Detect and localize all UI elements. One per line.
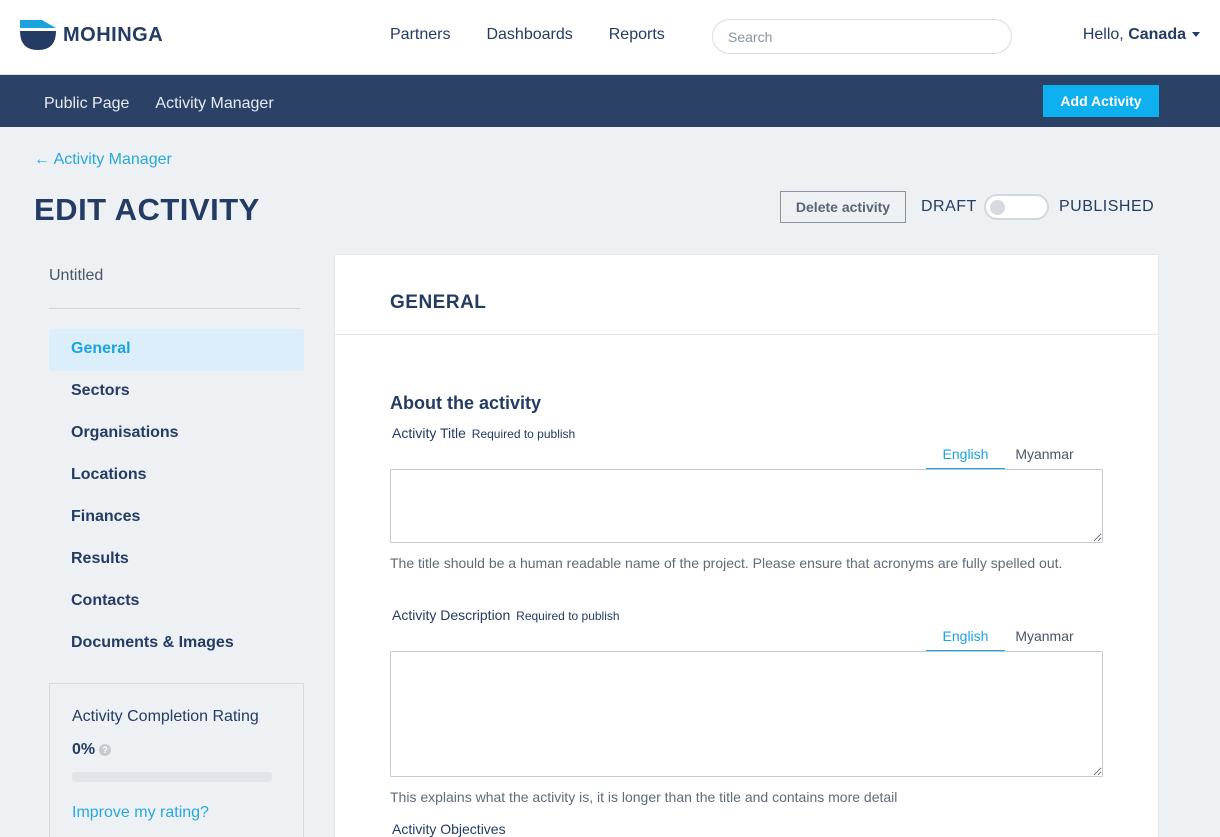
activity-description-language-tabs: English Myanmar: [926, 628, 1084, 652]
rating-value-row: 0%?: [72, 741, 112, 759]
sidebar-item-finances[interactable]: Finances: [49, 497, 304, 539]
status-published-label: PUBLISHED: [1059, 198, 1155, 215]
tab-myanmar[interactable]: Myanmar: [1005, 628, 1084, 652]
user-menu[interactable]: Hello, Canada: [1083, 26, 1200, 44]
mohinga-bowl-icon: [20, 20, 56, 50]
top-header: MOHINGA Partners Dashboards Reports Hell…: [0, 0, 1220, 75]
sidebar-item-sectors[interactable]: Sectors: [49, 371, 304, 413]
sidebar-item-organisations[interactable]: Organisations: [49, 413, 304, 455]
activity-name: Untitled: [49, 267, 104, 284]
section-title: About the activity: [390, 393, 542, 413]
toggle-knob: [990, 200, 1005, 215]
question-icon[interactable]: ?: [99, 743, 112, 756]
sidebar-divider: [49, 308, 300, 309]
nav-reports[interactable]: Reports: [609, 26, 665, 44]
subnav-activity-manager[interactable]: Activity Manager: [155, 95, 273, 113]
activity-title-help: The title should be a human readable nam…: [390, 555, 1063, 571]
search-input[interactable]: [712, 19, 1012, 54]
back-link[interactable]: ← Activity Manager: [34, 151, 172, 169]
activity-title-label: Activity Title Required to publish: [392, 425, 575, 441]
activity-description-label: Activity Description Required to publish: [392, 607, 620, 623]
nav-partners[interactable]: Partners: [390, 26, 450, 44]
user-name: Canada: [1128, 26, 1186, 43]
activity-title-input[interactable]: [390, 469, 1103, 543]
back-link-label: Activity Manager: [53, 151, 172, 168]
sidebar-item-documents-images[interactable]: Documents & Images: [49, 623, 304, 665]
delete-activity-button[interactable]: Delete activity: [780, 191, 906, 223]
tab-english[interactable]: English: [926, 446, 1005, 470]
panel-title: GENERAL: [390, 292, 487, 313]
sub-header: Public Page Activity Manager Add Activit…: [0, 75, 1220, 127]
field-label-text: Activity Title: [392, 425, 466, 441]
activity-objectives-label: Activity Objectives: [392, 821, 506, 837]
sidebar-item-general[interactable]: General: [49, 329, 304, 371]
sidebar-item-results[interactable]: Results: [49, 539, 304, 581]
subnav-public-page[interactable]: Public Page: [44, 95, 129, 113]
sidebar-item-contacts[interactable]: Contacts: [49, 581, 304, 623]
general-panel: GENERAL About the activity Activity Titl…: [334, 254, 1159, 837]
top-nav: Partners Dashboards Reports: [390, 26, 701, 44]
required-note: Required to publish: [516, 609, 620, 623]
sidebar-item-locations[interactable]: Locations: [49, 455, 304, 497]
logo-text: MOHINGA: [63, 23, 164, 46]
chevron-down-icon: [1192, 32, 1200, 38]
arrow-left-icon: ←: [34, 151, 50, 168]
activity-description-help: This explains what the activity is, it i…: [390, 789, 898, 805]
field-label-text: Activity Objectives: [392, 821, 506, 837]
rating-progress-bar: [72, 772, 272, 782]
add-activity-button[interactable]: Add Activity: [1043, 85, 1159, 117]
rating-title: Activity Completion Rating: [72, 708, 259, 725]
user-greeting: Hello,: [1082, 26, 1124, 43]
status-draft-label: DRAFT: [921, 198, 977, 215]
activity-description-input[interactable]: [390, 651, 1103, 777]
nav-dashboards[interactable]: Dashboards: [486, 26, 572, 44]
required-note: Required to publish: [471, 427, 576, 441]
sidebar-nav: General Sectors Organisations Locations …: [49, 329, 304, 665]
completion-rating-card: Activity Completion Rating 0%? Improve m…: [49, 683, 304, 837]
logo[interactable]: MOHINGA: [18, 18, 163, 52]
page-title: EDIT ACTIVITY: [34, 192, 260, 227]
field-label-text: Activity Description: [392, 607, 511, 623]
publish-toggle[interactable]: [984, 194, 1049, 220]
activity-title-language-tabs: English Myanmar: [926, 446, 1084, 470]
rating-value: 0%: [72, 741, 96, 758]
tab-myanmar[interactable]: Myanmar: [1005, 446, 1084, 470]
sub-nav: Public Page Activity Manager: [44, 95, 300, 113]
tab-english[interactable]: English: [926, 628, 1005, 652]
improve-rating-link[interactable]: Improve my rating?: [72, 804, 209, 822]
